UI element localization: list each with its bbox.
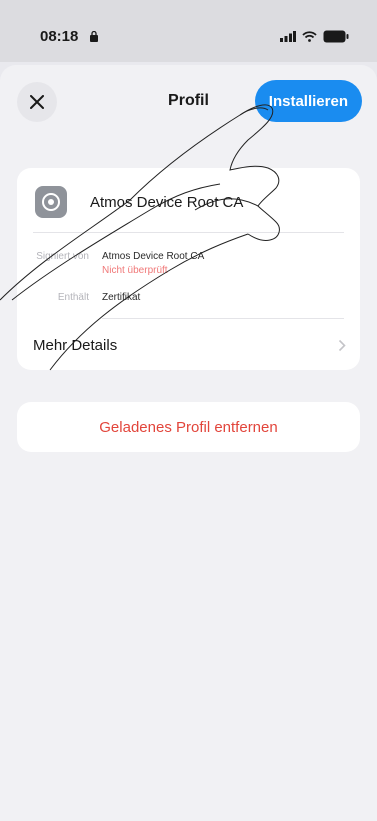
signed-by-value: Atmos Device Root CA	[102, 251, 205, 262]
divider	[33, 232, 344, 233]
more-details-link[interactable]: Mehr Details	[33, 337, 117, 354]
contains-label: Enthält	[57, 292, 89, 303]
status-time: 08:18	[40, 28, 79, 45]
nav-bar: Profil Installieren	[0, 65, 377, 140]
signed-by-label: Signiert von	[36, 251, 89, 262]
profile-card: Atmos Device Root CA Signiert von Atmos …	[17, 168, 360, 370]
contains-value: Zertifikat	[102, 292, 141, 303]
chevron-right-icon	[338, 339, 346, 352]
profile-name: Atmos Device Root CA	[90, 194, 244, 211]
divider	[102, 318, 344, 319]
settings-icon	[35, 186, 67, 218]
status-icons	[280, 30, 349, 43]
battery-icon	[323, 30, 349, 43]
lock-icon	[90, 31, 98, 42]
wifi-icon	[302, 31, 317, 42]
status-bar: 08:18	[0, 0, 377, 62]
remove-profile-label: Geladenes Profil entfernen	[99, 418, 278, 436]
install-button[interactable]: Installieren	[254, 80, 362, 122]
signal-icon	[280, 31, 296, 42]
verification-status: Nicht überprüft	[102, 265, 168, 276]
profile-sheet: Profil Installieren Atmos Device Root CA…	[0, 65, 377, 821]
remove-profile-button[interactable]: Geladenes Profil entfernen	[17, 402, 360, 452]
